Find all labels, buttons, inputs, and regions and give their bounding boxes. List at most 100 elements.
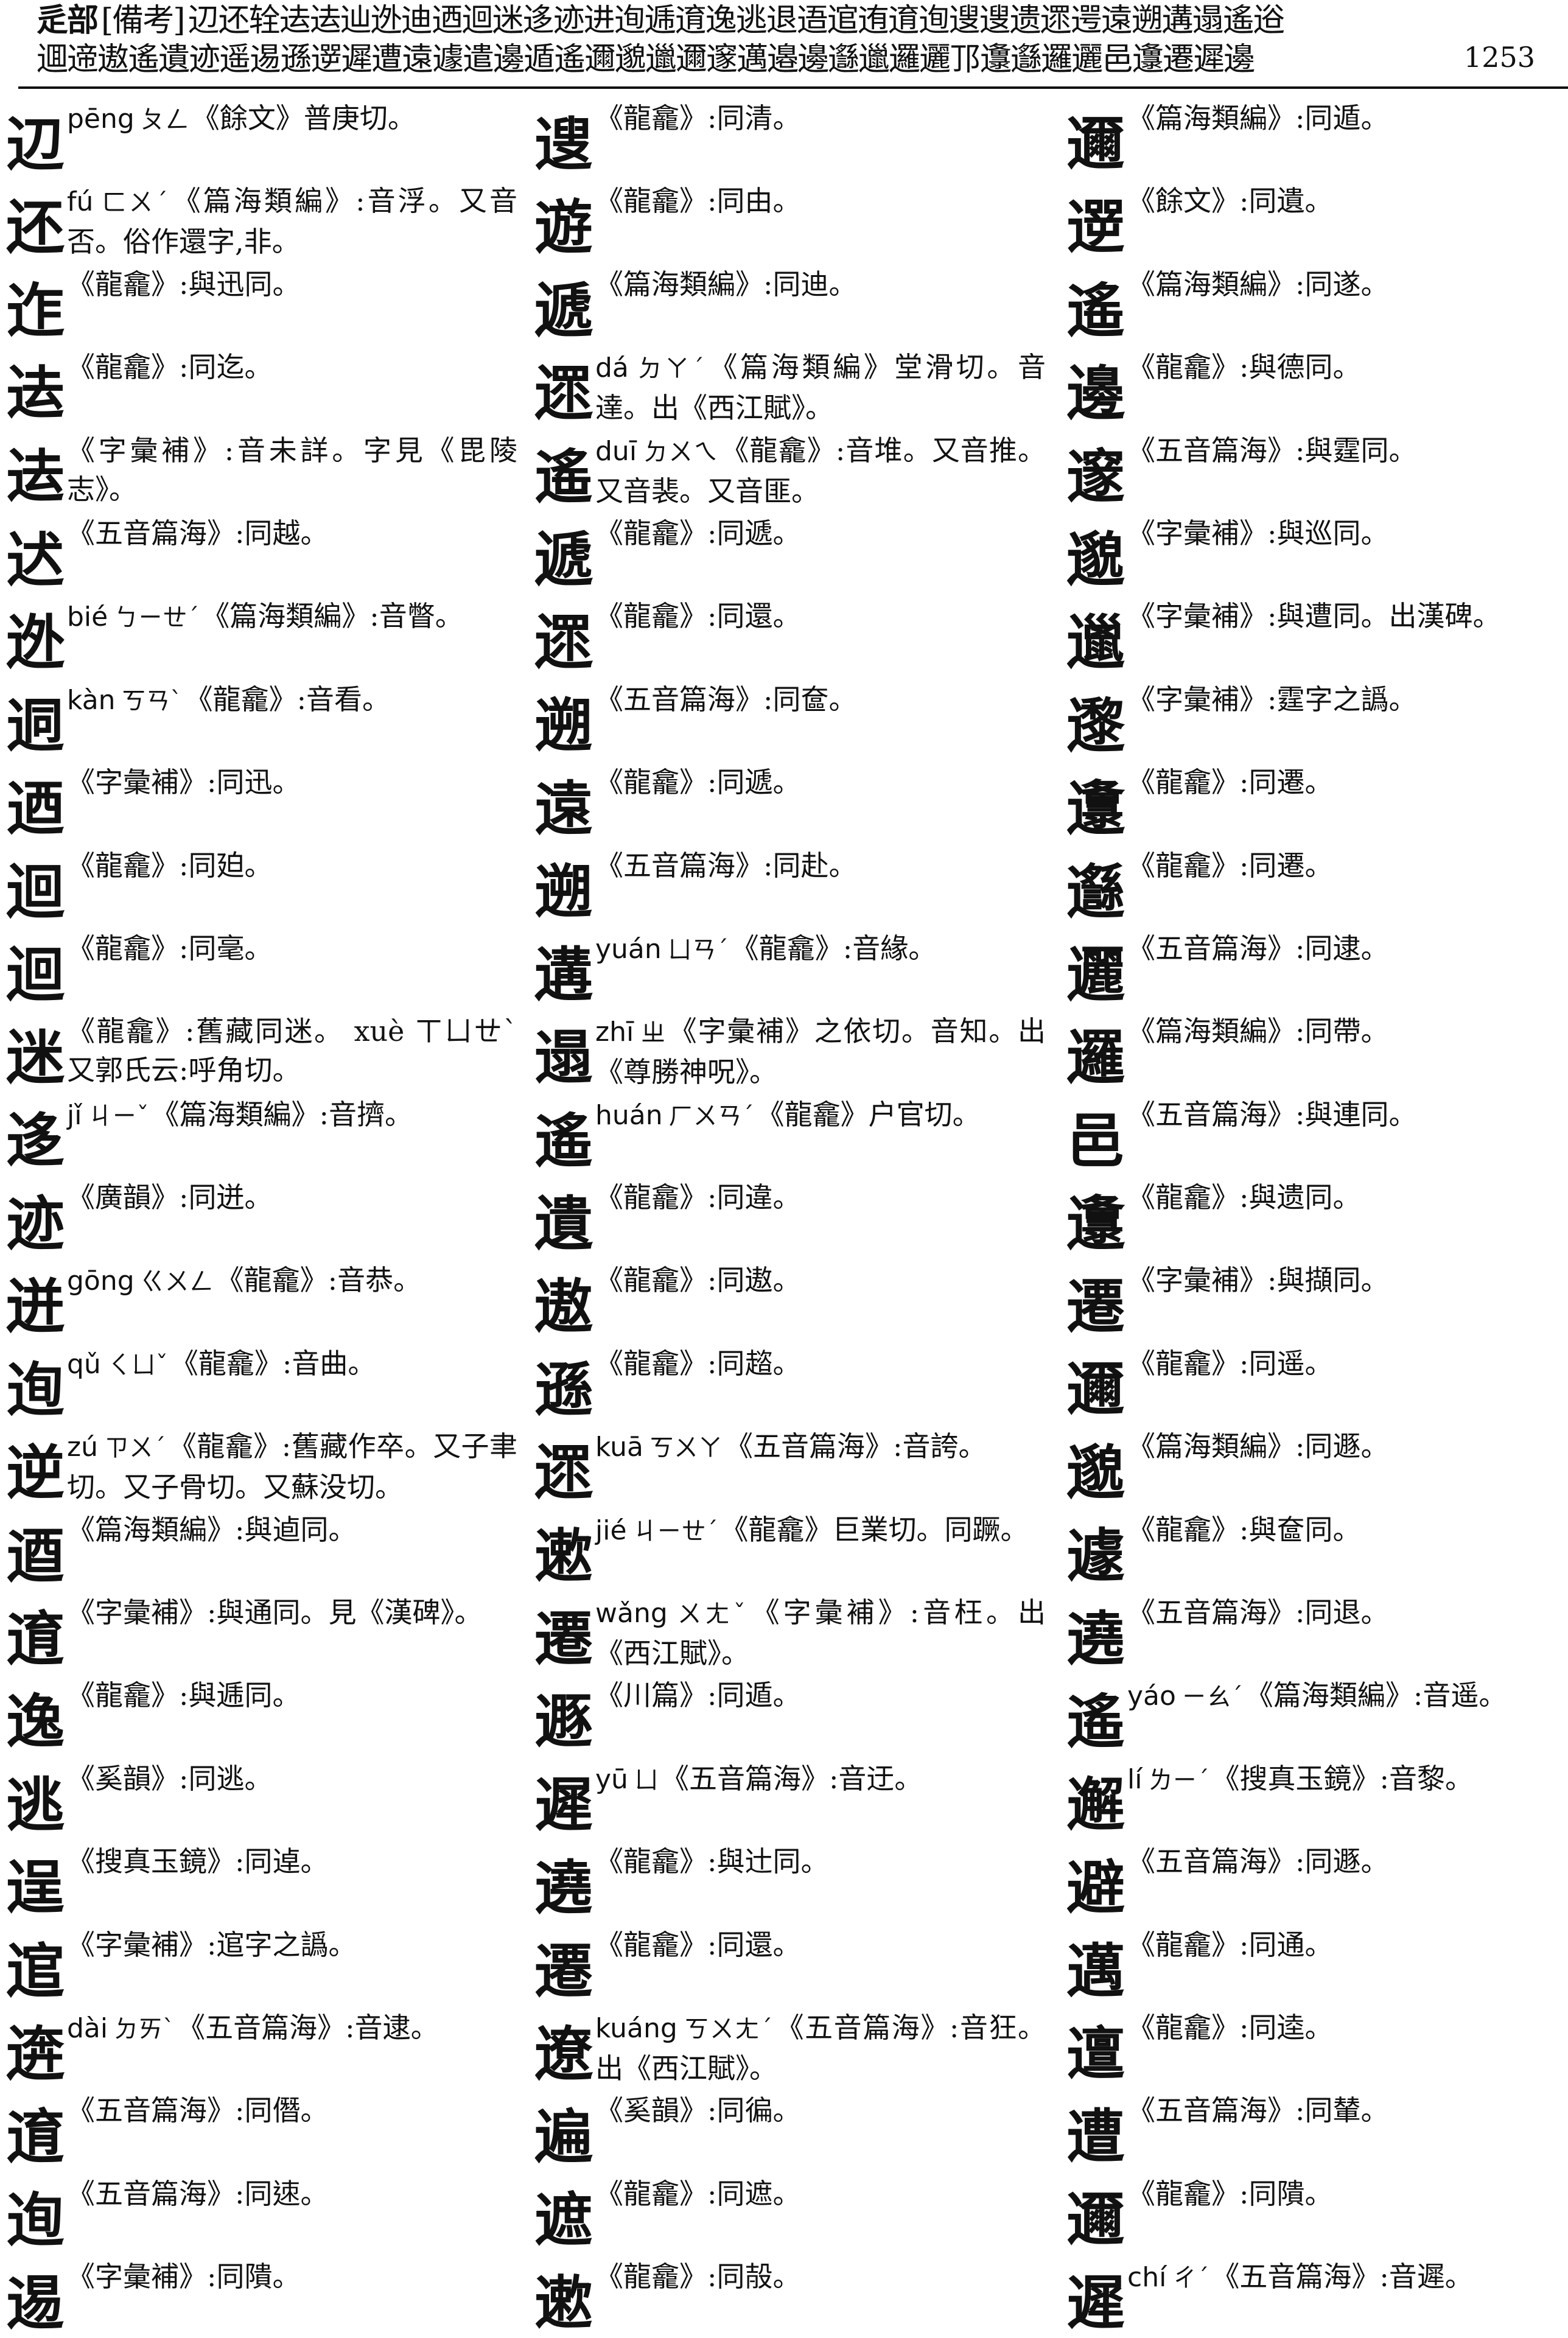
dictionary-entry: 邈《篇海類編》:同遯。: [1066, 1424, 1568, 1507]
running-header: 辵部 [備考] 辺还辁迲迲辿迯迪迺迴迷迻迹进迿逓逳逸逃退逜逭迶逳迿遚遚遗遝遌遠遡遘遢…: [37, 0, 1540, 85]
definition-text: 《龍龕》:同迄。: [67, 351, 273, 384]
definition-text: 《龍龕》:同清。: [595, 102, 801, 135]
definition: 《字彙補》:同迅。: [67, 763, 517, 802]
dictionary-entry: 遢 zhī ㄓ《字彙補》之依切。音知。出《尊勝神呪》。: [534, 1009, 1058, 1092]
definition-text: 《龍龕》:同由。: [595, 184, 801, 218]
zhuyin: ㄌㄧˊ: [1148, 1766, 1209, 1794]
headword: 遺: [534, 1190, 593, 1259]
definition: 《龍龕》:同隤。: [1127, 2174, 1568, 2213]
dictionary-entry: 邋《字彙補》:與遭同。出漢碑。: [1066, 594, 1568, 677]
definition: 《五音篇海》:同𨒪。: [67, 2174, 517, 2213]
definition-text: 《字彙補》:逭字之譌。: [67, 1928, 357, 1961]
definition-text: 《字彙補》:霆字之譌。: [1127, 682, 1417, 716]
headword: 迸: [6, 1273, 65, 1342]
headword: 迵: [6, 691, 65, 760]
definition-text: 《五音篇海》:同𨒪。: [67, 2177, 329, 2210]
headword: 还: [6, 194, 65, 262]
definition: 《字彙補》:音未詳。字見《毘陵志》。: [67, 431, 517, 509]
header-rule: [18, 86, 1568, 89]
definition: 《廣韻》:同迸。: [67, 1178, 517, 1217]
definition: 《五音篇海》:同僭。: [67, 2091, 517, 2130]
definition: 《五音篇海》:同奩。: [595, 680, 1046, 719]
dictionary-entry: 遷 wǎng ㄨㄤˇ《字彙補》:音枉。出《西江賦》。: [534, 1591, 1058, 1673]
definition-text: 《龍龕》:同毫。: [67, 931, 273, 965]
definition-text: 《篇海類編》:同遂。: [1127, 267, 1389, 301]
page-number: 1253: [1463, 41, 1535, 74]
definition: 《龍龕》:同遞。: [595, 514, 1046, 553]
definition-text: 《搜真玉鏡》:同逴。: [67, 1845, 329, 1878]
headword: 迖: [6, 525, 65, 594]
dictionary-entry: 遮《龍龕》:同遮。: [534, 2172, 1058, 2255]
pinyin: jié: [595, 1514, 627, 1546]
headword: 遝: [534, 360, 593, 429]
definition: zú ㄗㄨˊ《龍龕》:舊藏作卒。又子聿切。又子骨切。又蘇没切。: [67, 1427, 517, 1507]
dictionary-entry: 邂 lí ㄌㄧˊ《搜真玉鏡》:音黎。: [1066, 1757, 1568, 1839]
definition-text: 《五音篇海》:音逮。: [177, 2011, 439, 2044]
zhuyin: ㄗㄨˊ: [103, 1434, 166, 1463]
dictionary-entry: 辺 pēng ㄆㄥ《餘文》普庚切。: [6, 96, 530, 179]
definition-text: 《龍龕》:同還。: [595, 1928, 801, 1961]
definition-text: 《五音篇海》:同輦。: [1127, 2094, 1389, 2127]
definition: 《龍龕》:同還。: [595, 597, 1046, 635]
headword: 迻: [6, 1107, 65, 1175]
definition-text: 《龍龕》:與迅同。: [67, 267, 301, 301]
definition: qǔ ㄑㄩˇ《龍龕》:音曲。: [67, 1344, 517, 1385]
dictionary-entry: 遶《五音篇海》:同退。: [1066, 1591, 1568, 1673]
headword: 遙: [534, 1107, 593, 1175]
zhuyin: ㄅㄧㄝˊ: [114, 604, 200, 632]
definition-text: 《五音篇海》:音誇。: [724, 1430, 987, 1463]
headword: 邍: [1066, 775, 1125, 844]
dictionary-entry: 遲 yū ㄩ《五音篇海》:音迂。: [534, 1757, 1058, 1839]
definition-text: 《川篇》:同遁。: [595, 1679, 801, 1712]
headword: 逎: [6, 1522, 65, 1591]
dictionary-entry: 邐《五音篇海》:同逮。: [1066, 926, 1568, 1009]
headword: 迴: [6, 940, 65, 1009]
headword: 迿: [6, 1356, 65, 1424]
header-line-2: 逥遆遨遙遺迹遥逷遜遻遲遭遠遽遣邊遁遙邇邈邋邇邃邁邉邊邎邋邏邐邒邍邎邏邐邑邍遷遲邊: [37, 40, 1455, 79]
definition-text: 《字彙補》:與巡同。: [1127, 516, 1389, 550]
definition: 《餘文》:同遺。: [1127, 181, 1568, 220]
definition-text: 《五音篇海》:與霆同。: [1127, 433, 1417, 467]
definition: 《龍龕》:同遷。: [1127, 846, 1568, 885]
definition: 《五音篇海》:同遯。: [1127, 1842, 1568, 1881]
headword: 邎: [1066, 858, 1125, 926]
pinyin: yū: [595, 1763, 628, 1795]
definition: 《龍龕》:舊藏同迷。 xuè ㄒㄩㄝˋ 又郭氏云:呼角切。: [67, 1012, 517, 1090]
zhuyin: ㄍㄨㄥ: [140, 1268, 214, 1297]
definition: 《龍龕》:同趦。: [595, 1344, 1046, 1383]
definition: 《篇海類編》:同遂。: [1127, 265, 1568, 304]
definition: 《龍龕》:同違。: [595, 1178, 1046, 1217]
pinyin: yuán: [595, 933, 662, 965]
zhuyin: ㄑㄩˇ: [107, 1351, 168, 1379]
definition: 《龍龕》:同㱿。: [595, 2257, 1046, 2296]
dictionary-entry: 遙 huán ㄏㄨㄢˊ《龍龕》户官切。: [534, 1093, 1058, 1175]
dictionary-entry: 还 fú ㄈㄨˊ《篇海類編》:音浮。又音否。俗作還字,非。: [6, 179, 530, 262]
definition: 《篇海類編》:同迪。: [595, 265, 1046, 304]
dictionary-entry: 迻 jǐ ㄐㄧˇ《篇海類編》:音擠。: [6, 1093, 530, 1175]
headword: 邃: [1066, 443, 1125, 511]
definition: pēng ㄆㄥ《餘文》普庚切。: [67, 99, 517, 139]
definition: yuán ㄩㄢˊ《龍龕》:音緣。: [595, 929, 1046, 970]
dictionary-entry: 遻《餘文》:同遺。: [1066, 179, 1568, 262]
definition: 《龍龕》:同毫。: [67, 929, 517, 968]
headword: 逞: [6, 1854, 65, 1923]
definition: 《龍龕》:與德同。: [1127, 348, 1568, 387]
headword: 遢: [534, 1024, 593, 1093]
dictionary-entry: 遜《龍龕》:同趦。: [534, 1342, 1058, 1424]
dictionary-entry: 迸 gōng ㄍㄨㄥ《龍龕》:音恭。: [6, 1258, 530, 1341]
definition-text: 《餘文》:同遺。: [1127, 184, 1333, 218]
dictionary-columns: 辺 pēng ㄆㄥ《餘文》普庚切。还 fú ㄈㄨˊ《篇海類編》:音浮。又音否。俗作還字,…: [0, 96, 1568, 2334]
headword: 迯: [6, 609, 65, 677]
pinyin: kuā: [595, 1432, 643, 1463]
dictionary-entry: 遷《字彙補》:與擷同。: [1066, 1258, 1568, 1341]
definition-text: 《龍龕》:同隤。: [1127, 2177, 1333, 2210]
headword: 遯: [534, 1688, 593, 1757]
dictionary-entry: 邍《龍龕》:與遗同。: [1066, 1175, 1568, 1258]
zhuyin: ㄉㄞˋ: [114, 2015, 175, 2043]
definition-text: 《五音篇海》:與連同。: [1127, 1097, 1417, 1131]
dictionary-entry: 邊《龍龕》:與德同。: [1066, 345, 1568, 428]
dictionary-entry: 迴《龍龕》:同毫。: [6, 926, 530, 1009]
definition: kuáng ㄎㄨㄤˊ《五音篇海》:音狂。出《西江賦》。: [595, 2008, 1046, 2088]
definition: yáo ㄧㄠˊ《篇海類編》:音遥。: [1127, 1676, 1568, 1717]
definition: kuā ㄎㄨㄚ《五音篇海》:音誇。: [595, 1427, 1046, 1468]
